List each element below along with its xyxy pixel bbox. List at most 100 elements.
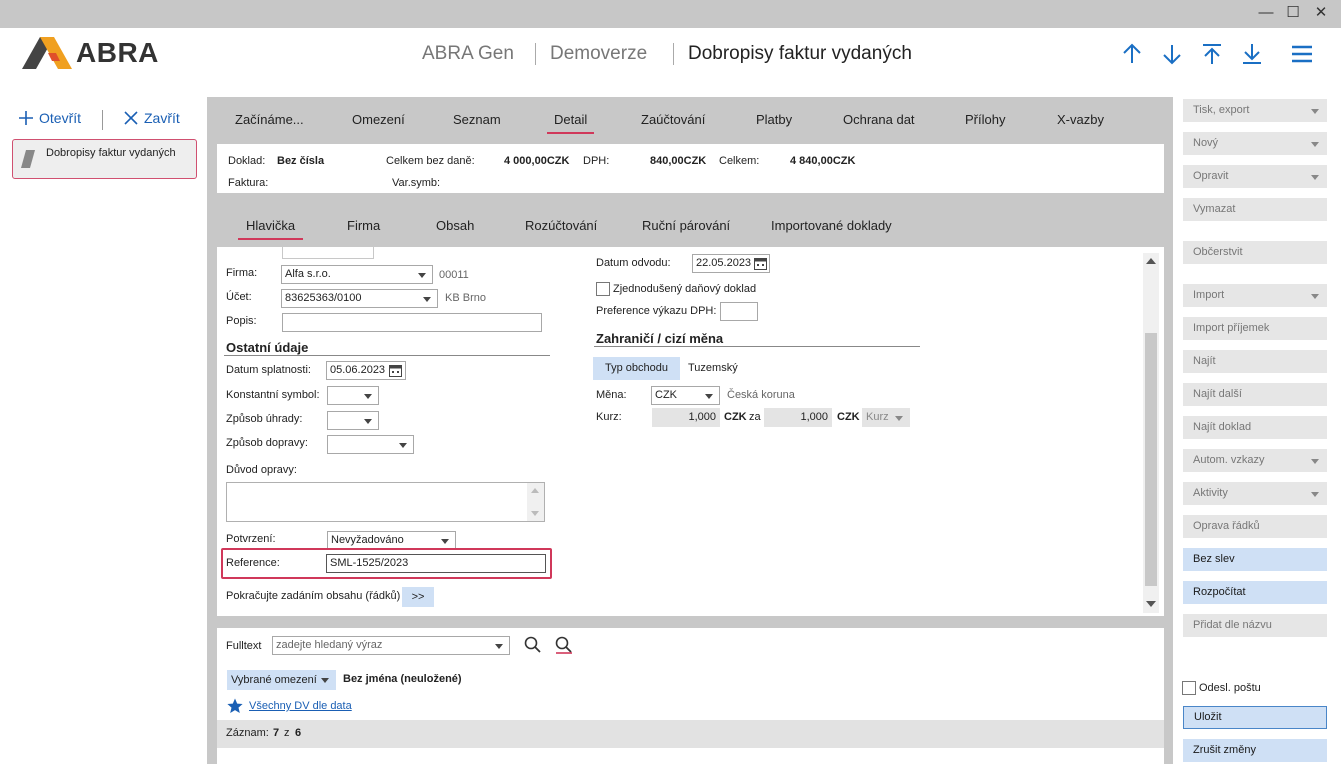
arrow-top-icon[interactable] xyxy=(1200,42,1224,66)
arrow-bottom-icon[interactable] xyxy=(1240,42,1264,66)
kurz-value-1[interactable]: 1,000 xyxy=(652,408,720,427)
new-button[interactable]: Nový xyxy=(1183,132,1327,155)
row-correction-button[interactable]: Oprava řádků xyxy=(1183,515,1327,538)
preference-input[interactable] xyxy=(720,302,758,321)
no-discount-button[interactable]: Bez slev xyxy=(1183,548,1327,571)
distribute-button[interactable]: Rozpočítat xyxy=(1183,581,1327,604)
menu-icon[interactable] xyxy=(1290,42,1314,66)
save-button[interactable]: Uložit xyxy=(1183,706,1327,729)
auto-messages-button[interactable]: Autom. vzkazy xyxy=(1183,449,1327,472)
doprava-label: Způsob dopravy: xyxy=(226,437,308,449)
tab-hlavicka[interactable]: Hlavička xyxy=(237,218,304,240)
find-button[interactable]: Najít xyxy=(1183,350,1327,373)
zahranici-header: Zahraničí / cizí měna xyxy=(596,331,724,346)
continue-button[interactable]: >> xyxy=(402,587,434,607)
ucet-bank: KB Brno xyxy=(445,292,486,304)
ucet-select[interactable]: 83625363/0100 xyxy=(281,289,438,308)
popis-input[interactable] xyxy=(282,313,542,332)
tab-prilohy[interactable]: Přílohy xyxy=(965,112,1005,127)
tab-seznam[interactable]: Seznam xyxy=(453,112,501,127)
import-prijemek-button[interactable]: Import příjemek xyxy=(1183,317,1327,340)
open-document-label: Dobropisy faktur vydaných xyxy=(46,147,176,159)
typ-obchodu-value: Tuzemský xyxy=(688,362,738,374)
konst-symbol-label: Konstantní symbol: xyxy=(226,389,320,401)
cancel-changes-button[interactable]: Zrušit změny xyxy=(1183,739,1327,762)
open-document-item[interactable]: Dobropisy faktur vydaných xyxy=(12,139,197,179)
popis-label: Popis: xyxy=(226,315,257,327)
add-by-name-button[interactable]: Přidat dle názvu xyxy=(1183,614,1327,637)
saved-filter-link[interactable]: Všechny DV dle data xyxy=(249,700,352,712)
arrow-down-icon[interactable] xyxy=(1160,42,1184,66)
tab-importovane-doklady[interactable]: Importované doklady xyxy=(771,218,892,233)
tab-detail[interactable]: Detail xyxy=(546,112,595,134)
scroll-up-icon[interactable] xyxy=(1146,258,1156,264)
omezeni-select[interactable]: Vybrané omezení xyxy=(227,670,336,690)
find-document-button[interactable]: Najít doklad xyxy=(1183,416,1327,439)
close-document-button[interactable]: Zavřít xyxy=(124,110,180,126)
splatnost-label: Datum splatnosti: xyxy=(226,364,311,376)
zjednoduseny-label: Zjednodušený daňový doklad xyxy=(613,283,757,295)
tab-zaciname[interactable]: Začínáme... xyxy=(235,112,304,127)
kurz-currency-2: CZK xyxy=(837,411,860,423)
maximize-icon[interactable]: ☐ xyxy=(1281,2,1305,24)
calendar-icon[interactable] xyxy=(754,257,767,270)
tab-firma[interactable]: Firma xyxy=(347,218,380,233)
document-icon xyxy=(21,150,35,168)
mena-select[interactable]: CZK xyxy=(651,386,720,405)
pokracujte-label: Pokračujte zadáním obsahu (řádků) xyxy=(226,590,401,602)
kurz-value-2[interactable]: 1,000 xyxy=(764,408,832,427)
tab-ochrana-dat[interactable]: Ochrana dat xyxy=(843,112,915,127)
scroll-down-icon[interactable] xyxy=(1146,601,1156,607)
kurz-select[interactable]: Kurz xyxy=(862,408,910,427)
ostatni-udaje-header: Ostatní údaje xyxy=(226,340,309,355)
firma-select[interactable]: Alfa s.r.o. xyxy=(281,265,433,284)
zaznam-label: Záznam: xyxy=(226,727,269,739)
send-mail-checkbox[interactable] xyxy=(1182,681,1196,695)
duvod-textarea[interactable] xyxy=(226,482,545,522)
delete-button[interactable]: Vymazat xyxy=(1183,198,1327,221)
minimize-icon[interactable]: — xyxy=(1254,2,1278,24)
scrollbar-thumb[interactable] xyxy=(1145,333,1157,586)
record-counter xyxy=(217,720,1164,748)
scroll-down-icon[interactable] xyxy=(531,511,539,516)
import-button[interactable]: Import xyxy=(1183,284,1327,307)
tab-x-vazby[interactable]: X-vazby xyxy=(1057,112,1104,127)
mena-name: Česká koruna xyxy=(727,389,795,401)
bez-dane-label: Celkem bez daně: xyxy=(386,155,475,167)
celkem-value: 4 840,00CZK xyxy=(790,155,856,167)
faktura-label: Faktura: xyxy=(228,177,269,189)
scroll-up-icon[interactable] xyxy=(531,488,539,493)
tab-rozuctovani[interactable]: Rozúčtování xyxy=(525,218,597,233)
typ-obchodu-button[interactable]: Typ obchodu xyxy=(593,357,680,380)
zaznam-of: z xyxy=(284,727,290,739)
calendar-icon[interactable] xyxy=(389,364,402,377)
tab-obsah[interactable]: Obsah xyxy=(436,218,474,233)
print-export-button[interactable]: Tisk, export xyxy=(1183,99,1327,122)
firma-code: 00011 xyxy=(439,269,469,281)
doprava-select[interactable] xyxy=(327,435,414,454)
star-icon[interactable] xyxy=(227,698,243,714)
advanced-search-icon[interactable] xyxy=(555,636,573,654)
reference-input[interactable]: SML-1525/2023 xyxy=(326,554,546,573)
refresh-button[interactable]: Občerstvit xyxy=(1183,241,1327,264)
fulltext-label: Fulltext xyxy=(226,640,262,652)
tab-platby[interactable]: Platby xyxy=(756,112,792,127)
search-icon[interactable] xyxy=(524,636,541,653)
uhrada-select[interactable] xyxy=(327,411,379,430)
uhrada-label: Způsob úhrady: xyxy=(226,413,303,425)
reference-label: Reference: xyxy=(226,557,280,569)
edit-button[interactable]: Opravit xyxy=(1183,165,1327,188)
tab-rucni-parovani[interactable]: Ruční párování xyxy=(642,218,730,233)
konst-symbol-select[interactable] xyxy=(327,386,379,405)
send-mail-label: Odesl. poštu xyxy=(1199,682,1261,694)
zaznam-value: 7 xyxy=(273,727,280,739)
tab-zauctovani[interactable]: Zaúčtování xyxy=(641,112,705,127)
tab-omezeni[interactable]: Omezení xyxy=(352,112,405,127)
close-icon[interactable]: ✕ xyxy=(1309,2,1333,24)
activities-button[interactable]: Aktivity xyxy=(1183,482,1327,505)
open-button[interactable]: Otevřít xyxy=(19,110,81,126)
arrow-up-icon[interactable] xyxy=(1120,42,1144,66)
find-next-button[interactable]: Najít další xyxy=(1183,383,1327,406)
zjednoduseny-checkbox[interactable] xyxy=(596,282,610,296)
fulltext-input[interactable]: zadejte hledaný výraz xyxy=(272,636,510,655)
